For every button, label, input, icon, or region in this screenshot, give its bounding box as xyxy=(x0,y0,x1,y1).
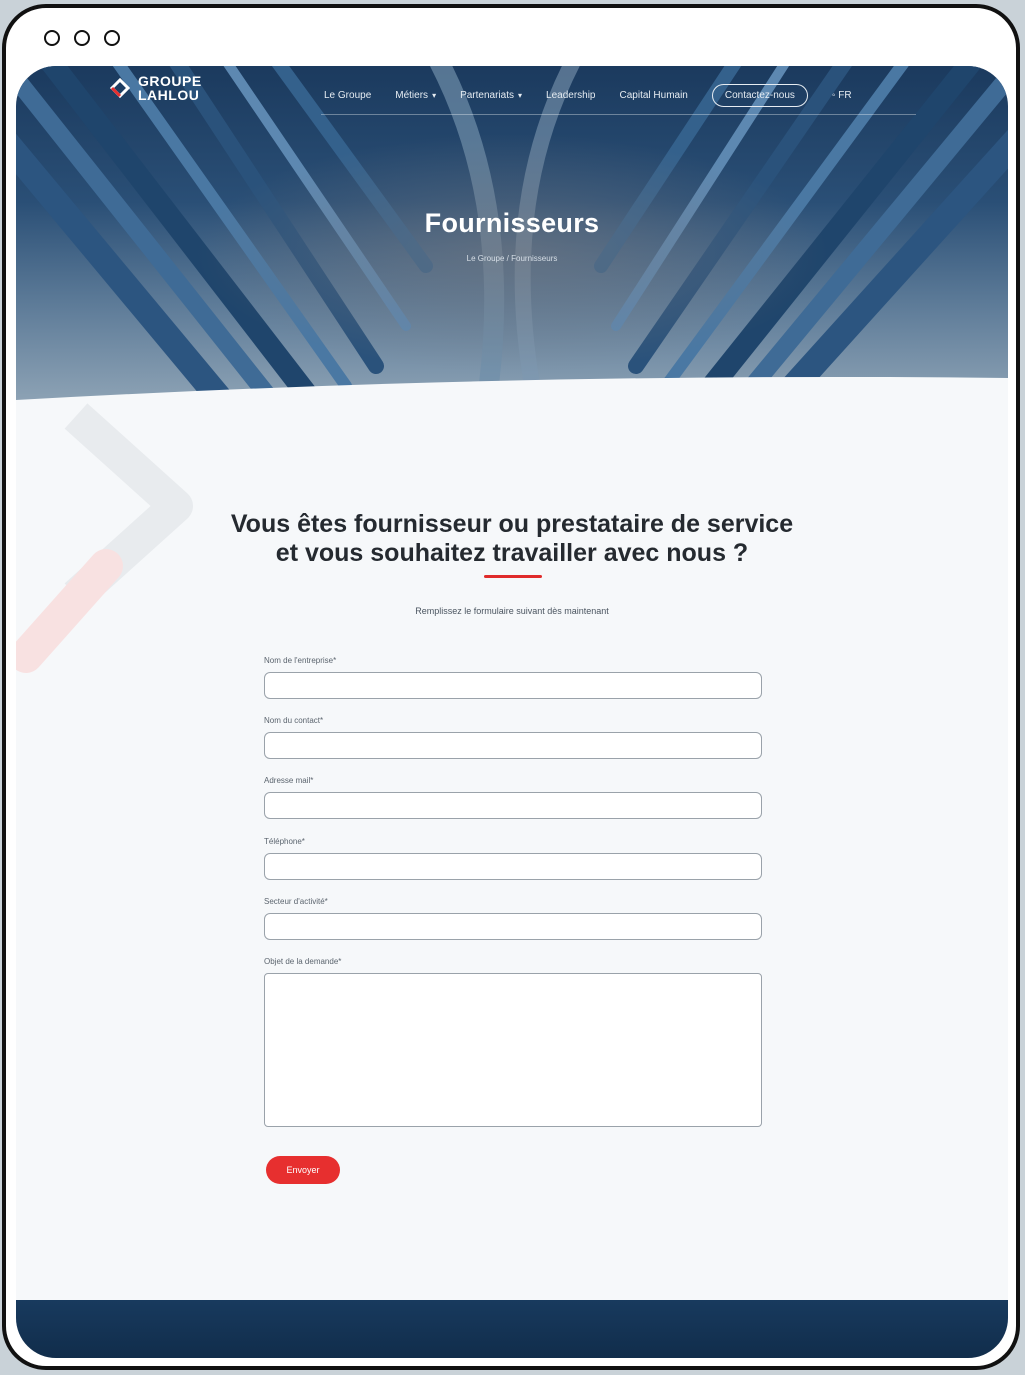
field-label: Nom du contact* xyxy=(264,716,324,725)
heading-underline xyxy=(484,575,542,578)
language-switcher[interactable]: ◦ FR xyxy=(832,90,852,101)
contact-name-input[interactable] xyxy=(264,732,762,759)
brand-name-line1: GROUPE xyxy=(138,73,202,89)
section-heading: Vous êtes fournisseur ou prestataire de … xyxy=(16,510,1008,568)
browser-viewport: GROUPE LAHLOU Le Groupe Métiers ▾ Partena… xyxy=(16,66,1008,1358)
field-sector: Secteur d'activité* xyxy=(264,897,762,940)
page-footer xyxy=(16,1300,1008,1358)
brand-name-line2: LAHLOU xyxy=(138,87,200,103)
subject-textarea[interactable] xyxy=(264,973,762,1127)
email-input[interactable] xyxy=(264,792,762,819)
section-heading-line2: et vous souhaitez travailler avec nous ? xyxy=(275,539,749,567)
page-title: Fournisseurs xyxy=(424,208,600,238)
section-heading-line1: Vous êtes fournisseur ou prestataire de … xyxy=(230,510,794,538)
window-dot-icon[interactable] xyxy=(74,30,90,46)
field-company: Nom de l'entreprise* xyxy=(264,656,762,699)
nav-item-leadership[interactable]: Leadership xyxy=(546,90,595,101)
field-label: Objet de la demande* xyxy=(264,957,342,966)
field-label: Téléphone* xyxy=(264,837,305,846)
sector-input[interactable] xyxy=(264,913,762,940)
nav-item-metiers[interactable]: Métiers ▾ xyxy=(395,90,436,101)
nav-item-le-groupe[interactable]: Le Groupe xyxy=(324,90,371,101)
nav-item-partenariats[interactable]: Partenariats ▾ xyxy=(460,90,522,101)
field-subject: Objet de la demande* xyxy=(264,957,762,1127)
field-phone: Téléphone* xyxy=(264,837,762,880)
field-label: Nom de l'entreprise* xyxy=(264,656,337,665)
submit-button[interactable]: Envoyer xyxy=(266,1156,340,1184)
chevron-down-icon: ▾ xyxy=(518,91,523,100)
nav-links: Le Groupe Métiers ▾ Partenariats ▾ Leaders… xyxy=(324,84,852,107)
device-frame: GROUPE LAHLOU Le Groupe Métiers ▾ Partena… xyxy=(2,4,1020,1370)
contact-button[interactable]: Contactez-nous xyxy=(711,84,808,107)
brand-logo[interactable]: GROUPE LAHLOU xyxy=(108,74,202,102)
field-label: Adresse mail* xyxy=(264,776,314,785)
brand-name: GROUPE LAHLOU xyxy=(138,74,202,102)
phone-input[interactable] xyxy=(264,853,762,880)
nav-divider xyxy=(321,114,916,115)
form-intro: Remplissez le formulaire suivant dès mai… xyxy=(415,606,609,616)
top-navigation: GROUPE LAHLOU Le Groupe Métiers ▾ Partena… xyxy=(16,66,1008,126)
company-name-input[interactable] xyxy=(264,672,762,699)
field-email: Adresse mail* xyxy=(264,776,762,819)
nav-item-capital-humain[interactable]: Capital Humain xyxy=(620,90,688,101)
field-label: Secteur d'activité* xyxy=(264,897,328,906)
logo-mark-icon xyxy=(109,77,131,99)
hero-banner: GROUPE LAHLOU Le Groupe Métiers ▾ Partena… xyxy=(16,66,1008,406)
chevron-down-icon: ▾ xyxy=(432,91,437,100)
window-dot-icon[interactable] xyxy=(44,30,60,46)
field-contact: Nom du contact* xyxy=(264,716,762,759)
window-dot-icon[interactable] xyxy=(104,30,120,46)
breadcrumb[interactable]: Le Groupe / Fournisseurs xyxy=(16,254,1008,263)
window-controls xyxy=(44,30,120,46)
